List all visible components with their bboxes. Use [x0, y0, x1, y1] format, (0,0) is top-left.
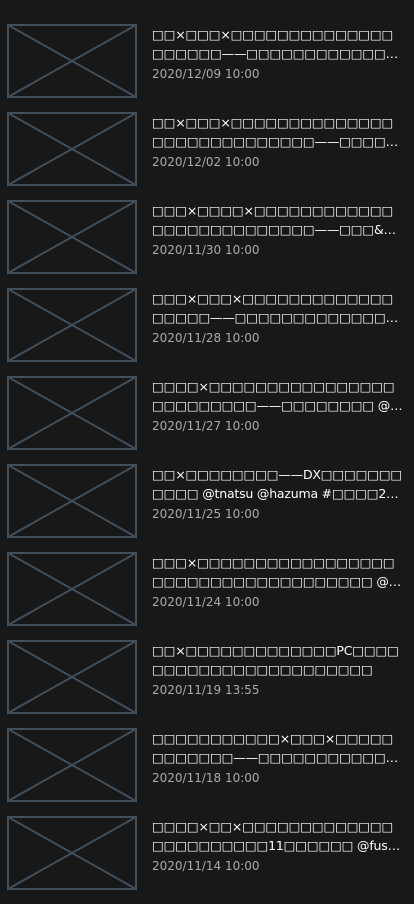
video-title[interactable]: □□×□□□×□□□□□□□□□□□□□□□□□□□□□□□□□□□□——□□□… — [152, 113, 404, 151]
video-info: □□□□×□□×□□□□□□□□□□□□□□□□□□□□□□□11□□□□□□ … — [152, 817, 404, 874]
video-date: 2020/11/27 10:00 — [152, 419, 260, 433]
video-title[interactable]: □□□□□□□□□□□×□□□×□□□□□□□□□□□□——□□□□□□□□□□… — [152, 729, 404, 767]
video-item[interactable]: □□×□□□×□□□□□□□□□□□□□□□□□□□□□□□□□□□□——□□□… — [0, 112, 414, 200]
video-info: □□×□□□×□□□□□□□□□□□□□□□□□□□□□□□□□□□□——□□□… — [152, 113, 404, 170]
video-title[interactable]: □□□×□□□□□□□□□□□□□□□□□□□□□□□□□□□□□□□□□□□□… — [152, 553, 404, 591]
video-list: □□×□□□×□□□□□□□□□□□□□□□□□□□□——□□□□□□□□□□□… — [0, 0, 414, 896]
video-info: □□□□×□□□□□□□□□□□□□□□□□□□□□□□□□——□□□□□□□□… — [152, 377, 404, 434]
video-title[interactable]: □□×□□□□□□□□□□□□□PC□□□□□□□□□□□□□□□□□□□□□□… — [152, 641, 404, 679]
thumbnail-placeholder-icon[interactable] — [7, 464, 137, 538]
thumbnail-placeholder-icon[interactable] — [7, 288, 137, 362]
video-item[interactable]: □□×□□□□□□□□□□□□□PC□□□□□□□□□□□□□□□□□□□□□□… — [0, 640, 414, 728]
video-info: □□×□□□□□□□□——DX□□□□□□□□□□□ @tnatsu @hazu… — [152, 465, 404, 522]
video-date: 2020/12/02 10:00 — [152, 155, 260, 169]
thumbnail-placeholder-icon[interactable] — [7, 376, 137, 450]
video-info: □□□×□□□□□□□□□□□□□□□□□□□□□□□□□□□□□□□□□□□□… — [152, 553, 404, 610]
thumbnail-placeholder-icon[interactable] — [7, 728, 137, 802]
video-date: 2020/11/30 10:00 — [152, 243, 260, 257]
thumbnail-placeholder-icon[interactable] — [7, 24, 137, 98]
video-title[interactable]: □□□□×□□□□□□□□□□□□□□□□□□□□□□□□□——□□□□□□□□… — [152, 377, 404, 415]
video-info: □□□×□□□×□□□□□□□□□□□□□□□□□□——□□□□□□□□□□□□… — [152, 289, 404, 346]
video-title[interactable]: □□□×□□□×□□□□□□□□□□□□□□□□□□——□□□□□□□□□□□□… — [152, 289, 404, 327]
video-date: 2020/11/24 10:00 — [152, 595, 260, 609]
video-item[interactable]: □□□×□□□×□□□□□□□□□□□□□□□□□□——□□□□□□□□□□□□… — [0, 288, 414, 376]
thumbnail-placeholder-icon[interactable] — [7, 200, 137, 274]
video-date: 2020/11/18 10:00 — [152, 771, 260, 785]
video-info: □□×□□□□□□□□□□□□□PC□□□□□□□□□□□□□□□□□□□□□□… — [152, 641, 404, 698]
video-item[interactable]: □□□□×□□□□□□□□□□□□□□□□□□□□□□□□□——□□□□□□□□… — [0, 376, 414, 464]
video-item[interactable]: □□×□□□□□□□□——DX□□□□□□□□□□□ @tnatsu @hazu… — [0, 464, 414, 552]
thumbnail-placeholder-icon[interactable] — [7, 112, 137, 186]
video-info: □□□×□□□□×□□□□□□□□□□□□□□□□□□□□□□□□□□——□□□… — [152, 201, 404, 258]
video-date: 2020/11/28 10:00 — [152, 331, 260, 345]
video-info: □□×□□□×□□□□□□□□□□□□□□□□□□□□——□□□□□□□□□□□… — [152, 25, 404, 82]
thumbnail-placeholder-icon[interactable] — [7, 552, 137, 626]
video-date: 2020/12/09 10:00 — [152, 67, 260, 81]
video-title[interactable]: □□□×□□□□×□□□□□□□□□□□□□□□□□□□□□□□□□□——□□□… — [152, 201, 404, 239]
video-date: 2020/11/25 10:00 — [152, 507, 260, 521]
thumbnail-placeholder-icon[interactable] — [7, 816, 137, 890]
video-title[interactable]: □□×□□□×□□□□□□□□□□□□□□□□□□□□——□□□□□□□□□□□… — [152, 25, 404, 63]
video-item[interactable]: □□□×□□□□×□□□□□□□□□□□□□□□□□□□□□□□□□□——□□□… — [0, 200, 414, 288]
video-date: 2020/11/19 13:55 — [152, 683, 260, 697]
video-date: 2020/11/14 10:00 — [152, 859, 260, 873]
thumbnail-placeholder-icon[interactable] — [7, 640, 137, 714]
video-item[interactable]: □□□□×□□×□□□□□□□□□□□□□□□□□□□□□□□11□□□□□□ … — [0, 816, 414, 904]
video-title[interactable]: □□×□□□□□□□□——DX□□□□□□□□□□□ @tnatsu @hazu… — [152, 465, 404, 503]
video-item[interactable]: □□×□□□×□□□□□□□□□□□□□□□□□□□□——□□□□□□□□□□□… — [0, 24, 414, 112]
video-info: □□□□□□□□□□□×□□□×□□□□□□□□□□□□——□□□□□□□□□□… — [152, 729, 404, 786]
video-item[interactable]: □□□×□□□□□□□□□□□□□□□□□□□□□□□□□□□□□□□□□□□□… — [0, 552, 414, 640]
video-item[interactable]: □□□□□□□□□□□×□□□×□□□□□□□□□□□□——□□□□□□□□□□… — [0, 728, 414, 816]
video-title[interactable]: □□□□×□□×□□□□□□□□□□□□□□□□□□□□□□□11□□□□□□ … — [152, 817, 404, 855]
